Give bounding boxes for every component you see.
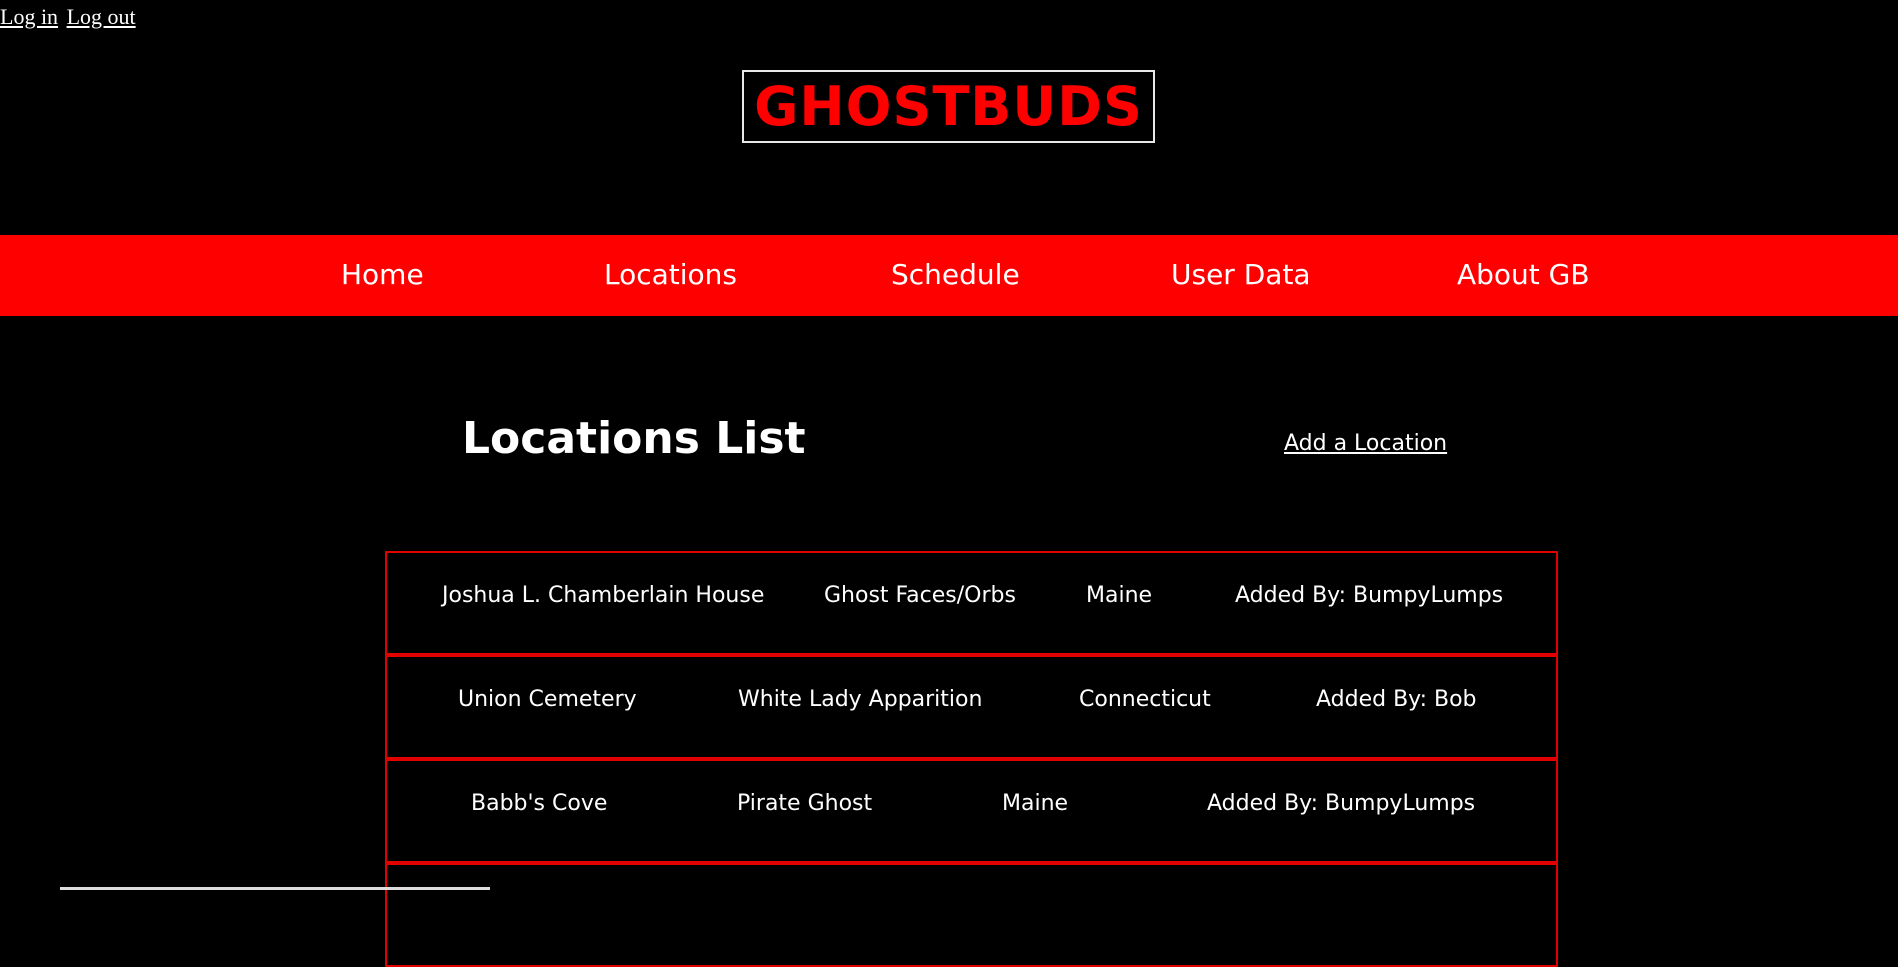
nav-about-gb[interactable]: About GB <box>1457 258 1590 291</box>
location-type: Pirate Ghost <box>737 791 873 816</box>
logo-box: GHOSTBUDS <box>742 70 1155 143</box>
location-added-by: Added By: BumpyLumps <box>1207 791 1476 816</box>
add-location-link[interactable]: Add a Location <box>1284 431 1447 456</box>
location-row[interactable] <box>385 863 1558 967</box>
location-row[interactable]: Joshua L. Chamberlain House Ghost Faces/… <box>385 551 1558 655</box>
site-logo: GHOSTBUDS <box>754 75 1143 138</box>
location-state: Maine <box>1086 583 1153 608</box>
nav-schedule[interactable]: Schedule <box>891 258 1020 291</box>
page-title: Locations List <box>462 413 806 464</box>
location-row[interactable]: Union Cemetery White Lady Apparition Con… <box>385 655 1558 759</box>
location-added-by: Added By: Bob <box>1316 687 1477 712</box>
main-navbar: Home Locations Schedule User Data About … <box>0 235 1898 316</box>
location-type: Ghost Faces/Orbs <box>824 583 1016 608</box>
auth-links: Log in Log out <box>0 4 139 30</box>
nav-locations[interactable]: Locations <box>604 258 737 291</box>
location-added-by: Added By: BumpyLumps <box>1235 583 1504 608</box>
location-state: Connecticut <box>1079 687 1211 712</box>
locations-list: Joshua L. Chamberlain House Ghost Faces/… <box>385 551 1558 967</box>
location-row[interactable]: Babb's Cove Pirate Ghost Maine Added By:… <box>385 759 1558 863</box>
location-name: Joshua L. Chamberlain House <box>442 583 765 608</box>
location-type: White Lady Apparition <box>738 687 983 712</box>
nav-home[interactable]: Home <box>341 258 424 291</box>
login-link[interactable]: Log in <box>0 4 58 29</box>
logout-link[interactable]: Log out <box>67 4 136 29</box>
location-name: Union Cemetery <box>458 687 637 712</box>
location-state: Maine <box>1002 791 1069 816</box>
nav-user-data[interactable]: User Data <box>1171 258 1311 291</box>
location-name: Babb's Cove <box>471 791 608 816</box>
